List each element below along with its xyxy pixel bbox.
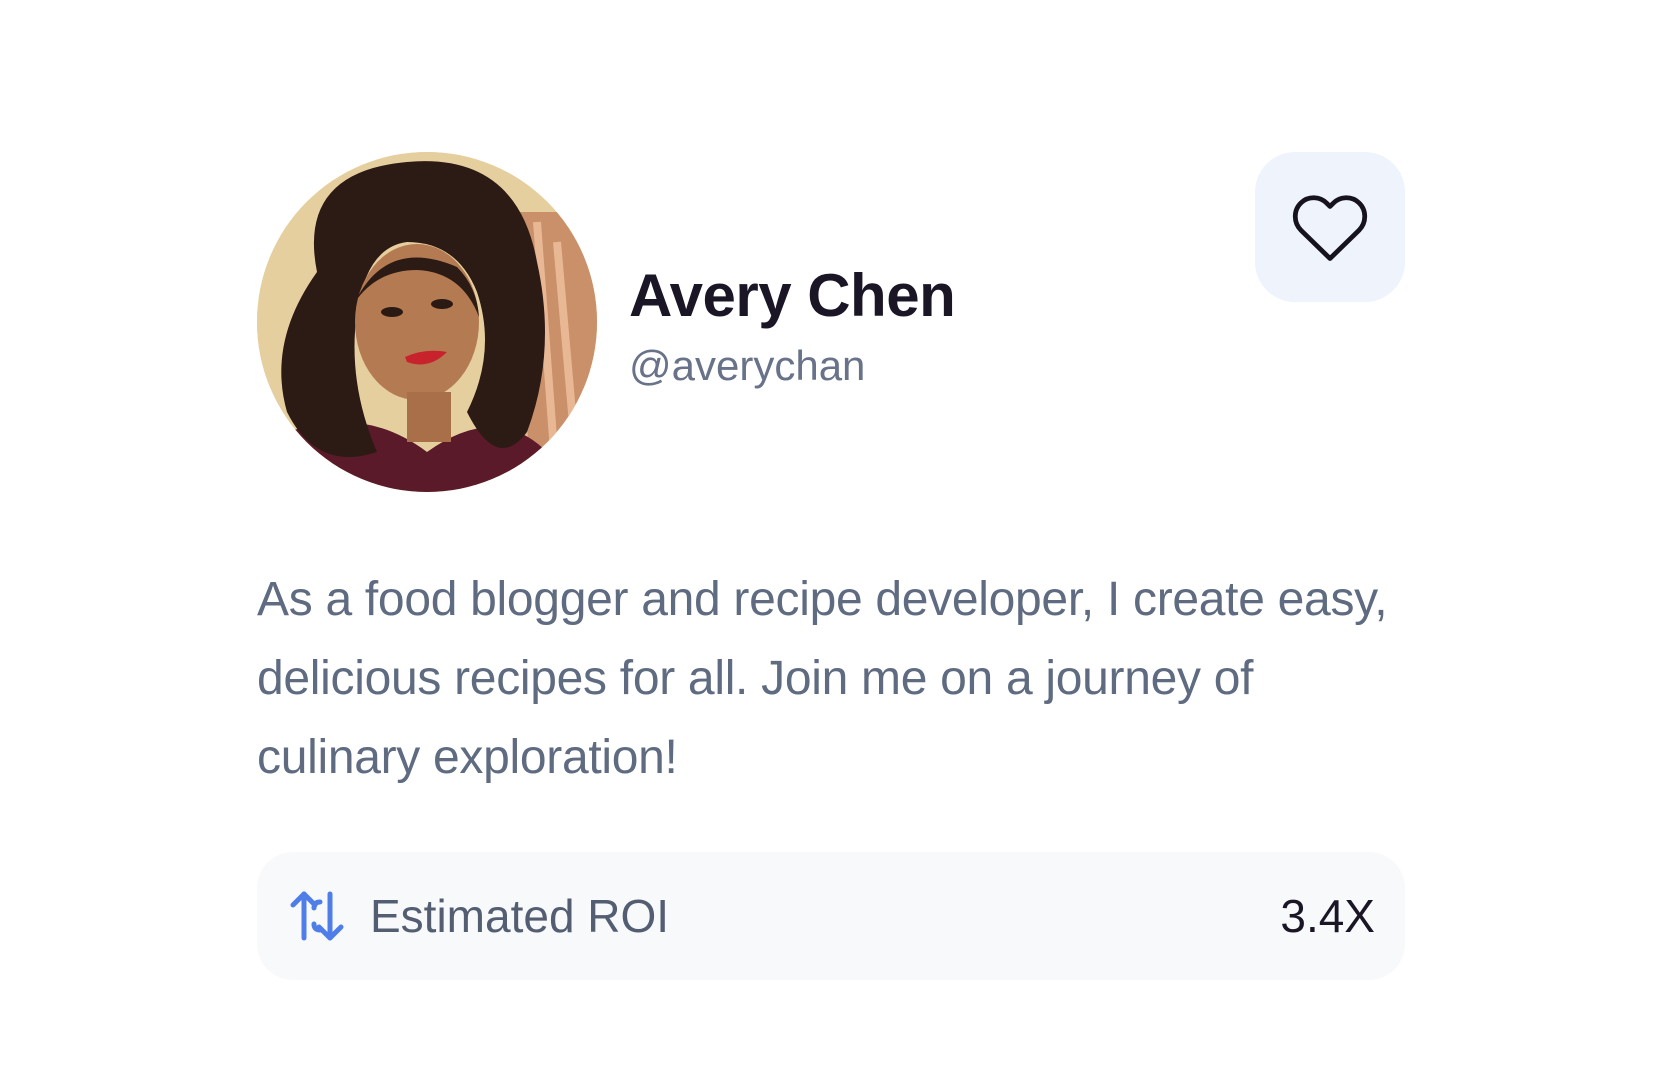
profile-bio: As a food blogger and recipe developer, … (257, 573, 1388, 784)
repeat-arrows-icon (287, 888, 347, 944)
roi-value: 3.4X (1280, 890, 1375, 942)
roi-stat-bar: Estimated ROI 3.4X (257, 852, 1405, 980)
profile-handle: @averychan (629, 342, 866, 389)
creator-profile-card: Avery Chen @averychan As a food blogger … (257, 152, 1405, 982)
avatar (257, 152, 597, 492)
portrait-photo (257, 152, 597, 492)
roi-label: Estimated ROI (370, 890, 670, 942)
heart-outline-icon (1292, 195, 1368, 261)
favorite-button[interactable] (1255, 152, 1405, 302)
profile-identity: Avery Chen @averychan (629, 260, 956, 394)
profile-name: Avery Chen (629, 262, 956, 329)
